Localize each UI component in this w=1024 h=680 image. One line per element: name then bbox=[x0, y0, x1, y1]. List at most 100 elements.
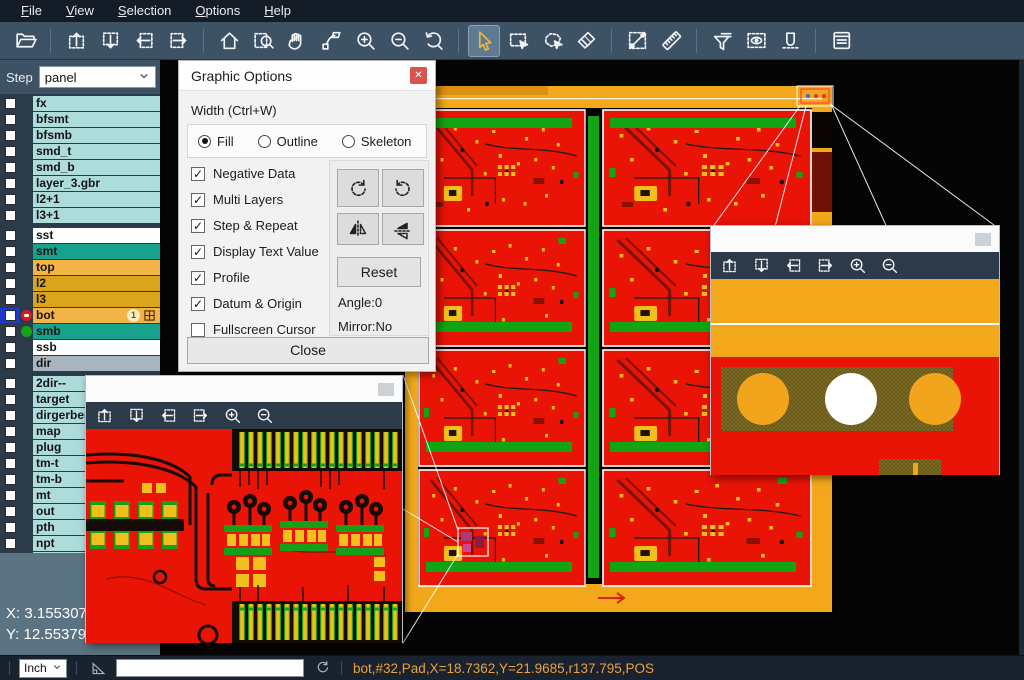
layer-checkbox[interactable] bbox=[0, 488, 20, 503]
layer-checkbox[interactable] bbox=[0, 112, 20, 127]
layer-row-top[interactable]: top bbox=[0, 260, 160, 275]
checkbox-negative-data[interactable]: ✓Negative Data bbox=[191, 166, 295, 181]
layer-checkbox[interactable] bbox=[0, 144, 20, 159]
menu-file[interactable]: File bbox=[10, 0, 53, 22]
zoom-out-button[interactable] bbox=[877, 255, 901, 277]
layer-row-bot[interactable]: bot1 bbox=[0, 308, 160, 323]
layer-row-smd_t[interactable]: smd_t bbox=[0, 144, 160, 159]
pan-left-button[interactable] bbox=[781, 255, 805, 277]
layer-checkbox[interactable] bbox=[0, 244, 20, 259]
rotate-cw-button[interactable] bbox=[337, 169, 379, 207]
layer-checkbox[interactable] bbox=[0, 96, 20, 111]
window-button[interactable] bbox=[975, 233, 991, 246]
menu-selection[interactable]: Selection bbox=[107, 0, 182, 22]
rotate-ccw-button[interactable] bbox=[382, 169, 424, 207]
home-button[interactable] bbox=[214, 26, 244, 56]
layer-row-l3[interactable]: l3 bbox=[0, 292, 160, 307]
menu-view[interactable]: View bbox=[55, 0, 105, 22]
filter-button[interactable] bbox=[707, 26, 737, 56]
clear-brush-button[interactable] bbox=[571, 26, 601, 56]
flip-vertical-button[interactable] bbox=[382, 213, 424, 245]
close-icon[interactable]: ✕ bbox=[410, 67, 427, 84]
measure-distance-button[interactable] bbox=[622, 26, 652, 56]
poly-select-button[interactable] bbox=[537, 26, 567, 56]
reset-button[interactable]: Reset bbox=[337, 257, 421, 287]
zoom-out-button[interactable] bbox=[384, 26, 414, 56]
pan-up-button[interactable] bbox=[92, 405, 116, 427]
radio-fill[interactable]: Fill bbox=[198, 134, 234, 149]
ruler-button[interactable] bbox=[656, 26, 686, 56]
layer-checkbox[interactable] bbox=[0, 260, 20, 275]
report-button[interactable] bbox=[826, 26, 856, 56]
checkbox-display-text-value[interactable]: ✓Display Text Value bbox=[191, 244, 319, 259]
layer-row-l2+1[interactable]: l2+1 bbox=[0, 192, 160, 207]
checkbox-step-repeat[interactable]: ✓Step & Repeat bbox=[191, 218, 298, 233]
zoom-previous-button[interactable] bbox=[418, 26, 448, 56]
checkbox-datum-origin[interactable]: ✓Datum & Origin bbox=[191, 296, 302, 311]
layer-row-l3+1[interactable]: l3+1 bbox=[0, 208, 160, 223]
checkbox-fullscreen-cursor[interactable]: Fullscreen Cursor bbox=[191, 322, 316, 337]
pan-up-button[interactable] bbox=[717, 255, 741, 277]
layer-row-ssb[interactable]: ssb bbox=[0, 340, 160, 355]
pan-up-button[interactable] bbox=[61, 26, 91, 56]
layer-checkbox[interactable] bbox=[0, 292, 20, 307]
layer-checkbox[interactable] bbox=[0, 308, 20, 323]
pan-down-button[interactable] bbox=[749, 255, 773, 277]
menu-options[interactable]: Options bbox=[184, 0, 251, 22]
zoom-in-button[interactable] bbox=[350, 26, 380, 56]
layer-checkbox[interactable] bbox=[0, 228, 20, 243]
pan-hand-button[interactable] bbox=[282, 26, 312, 56]
layer-checkbox[interactable] bbox=[0, 520, 20, 535]
dialog-titlebar[interactable]: Graphic Options ✕ bbox=[179, 61, 435, 91]
layer-row-bfsmt[interactable]: bfsmt bbox=[0, 112, 160, 127]
layer-checkbox[interactable] bbox=[0, 128, 20, 143]
rect-select-button[interactable] bbox=[503, 26, 533, 56]
layer-checkbox[interactable] bbox=[0, 276, 20, 291]
layer-row-bfsmb[interactable]: bfsmb bbox=[0, 128, 160, 143]
view-box-button[interactable] bbox=[741, 26, 771, 56]
snap-button[interactable] bbox=[775, 26, 805, 56]
layer-row-smb[interactable]: smb bbox=[0, 324, 160, 339]
layer-row-l2[interactable]: l2 bbox=[0, 276, 160, 291]
radio-skeleton[interactable]: Skeleton bbox=[342, 134, 412, 149]
command-input[interactable] bbox=[116, 659, 304, 677]
unit-select[interactable]: Inch bbox=[19, 659, 67, 678]
layer-checkbox[interactable] bbox=[0, 160, 20, 175]
layer-checkbox[interactable] bbox=[0, 192, 20, 207]
menu-help[interactable]: Help bbox=[253, 0, 302, 22]
layer-checkbox[interactable] bbox=[0, 208, 20, 223]
step-select[interactable]: panel bbox=[39, 66, 156, 88]
pan-down-button[interactable] bbox=[124, 405, 148, 427]
layer-checkbox[interactable] bbox=[0, 176, 20, 191]
layer-checkbox[interactable] bbox=[0, 456, 20, 471]
layer-checkbox[interactable] bbox=[0, 392, 20, 407]
pan-right-button[interactable] bbox=[813, 255, 837, 277]
layer-checkbox[interactable] bbox=[0, 472, 20, 487]
zoom-in-button[interactable] bbox=[220, 405, 244, 427]
layer-row-fx[interactable]: fx bbox=[0, 96, 160, 111]
layer-row-dir[interactable]: dir bbox=[0, 356, 160, 371]
zoom-view[interactable] bbox=[86, 429, 402, 643]
layer-checkbox[interactable] bbox=[0, 424, 20, 439]
pan-down-button[interactable] bbox=[95, 26, 125, 56]
pan-left-button[interactable] bbox=[156, 405, 180, 427]
sync-icon[interactable] bbox=[314, 659, 332, 677]
layer-checkbox[interactable] bbox=[0, 536, 20, 551]
layer-checkbox[interactable] bbox=[0, 504, 20, 519]
pan-right-button[interactable] bbox=[188, 405, 212, 427]
layer-row-sst[interactable]: sst bbox=[0, 228, 160, 243]
measure-path-button[interactable] bbox=[316, 26, 346, 56]
zoom-window-titlebar[interactable] bbox=[711, 226, 999, 252]
zoom-in-button[interactable] bbox=[845, 255, 869, 277]
select-cursor-button[interactable] bbox=[469, 26, 499, 56]
pan-right-button[interactable] bbox=[163, 26, 193, 56]
layer-checkbox[interactable] bbox=[0, 356, 20, 371]
zoom-out-button[interactable] bbox=[252, 405, 276, 427]
pan-left-button[interactable] bbox=[129, 26, 159, 56]
layer-checkbox[interactable] bbox=[0, 340, 20, 355]
checkbox-profile[interactable]: ✓Profile bbox=[191, 270, 250, 285]
canvas-scrollbar[interactable] bbox=[1019, 60, 1024, 655]
corner-measure-icon[interactable] bbox=[88, 658, 108, 678]
layer-checkbox[interactable] bbox=[0, 376, 20, 391]
flip-horizontal-button[interactable] bbox=[337, 213, 379, 245]
